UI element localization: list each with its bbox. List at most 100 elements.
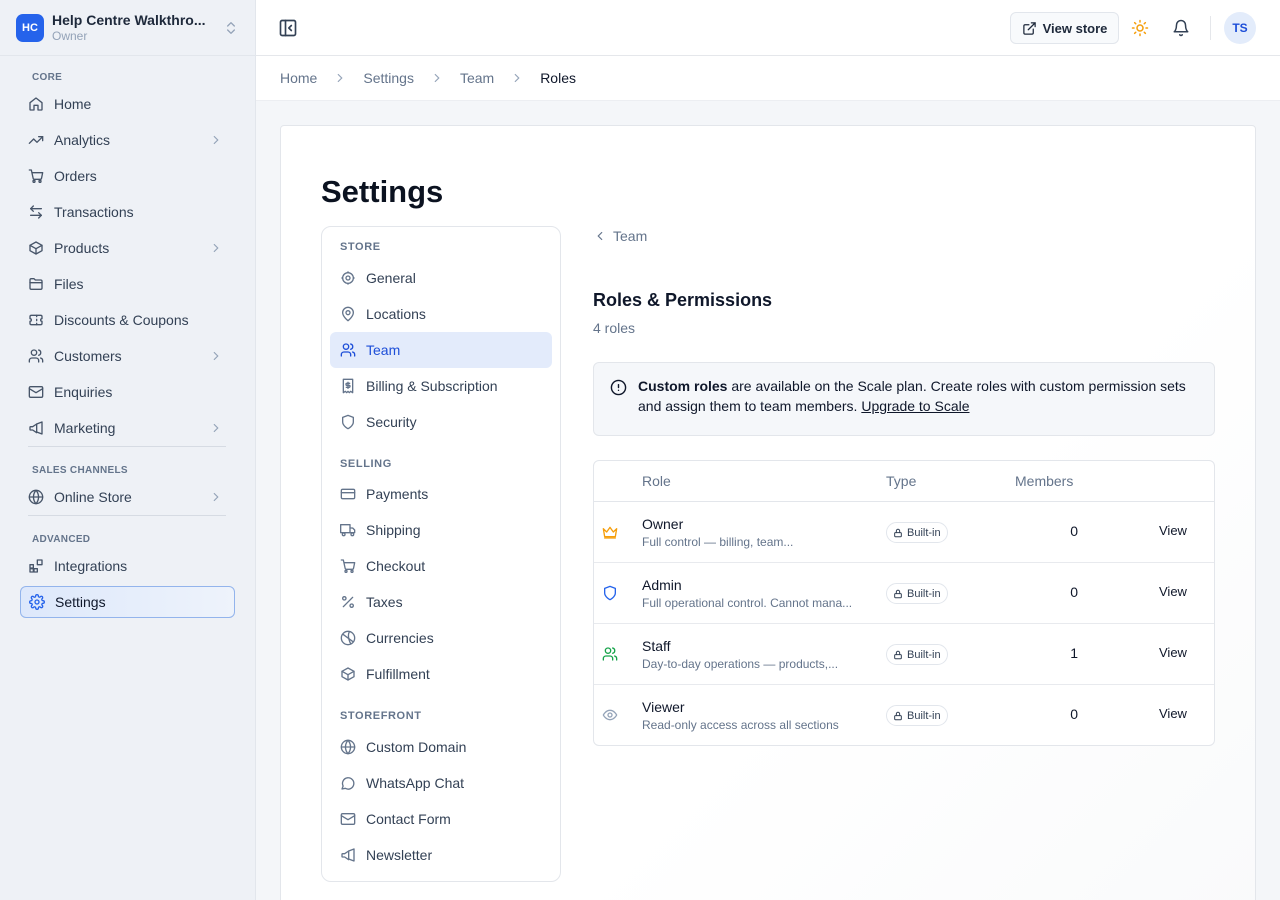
settings-nav-label: Billing & Subscription (366, 378, 498, 394)
members-count: 1 (1070, 645, 1078, 661)
role-description: Day-to-day operations — products,... (642, 657, 839, 671)
sidebar-item-label: Online Store (54, 489, 132, 505)
settings-nav-currencies[interactable]: Currencies (330, 620, 552, 656)
view-role-button[interactable]: View (1159, 645, 1187, 660)
gear-icon (29, 594, 45, 610)
sidebar-divider (28, 515, 226, 516)
sidebar-toggle-icon[interactable] (278, 18, 298, 38)
sidebar-item-orders[interactable]: Orders (20, 160, 235, 192)
sidebar-item-discounts[interactable]: Discounts & Coupons (20, 304, 235, 336)
role-description: Full operational control. Cannot mana... (642, 596, 853, 610)
back-to-team-link[interactable]: Team (593, 228, 647, 244)
table-row: Staff Day-to-day operations — products,.… (594, 624, 1214, 685)
sidebar-item-label: Transactions (54, 204, 134, 220)
users-icon (340, 343, 356, 357)
lock-icon (894, 589, 902, 598)
role-name: Owner (642, 516, 684, 532)
shield-icon (342, 414, 354, 430)
sidebar-item-label: Integrations (54, 558, 128, 574)
settings-nav-security[interactable]: Security (330, 404, 552, 440)
status-badge: Built-in (886, 583, 948, 604)
sidebar-item-analytics[interactable]: Analytics (20, 124, 235, 156)
crown-icon (602, 526, 618, 539)
sidebar-item-customers[interactable]: Customers (20, 340, 235, 372)
view-store-label: View store (1042, 20, 1108, 36)
settings-nav-payments[interactable]: Payments (330, 476, 552, 512)
upgrade-link[interactable]: Upgrade to Scale (861, 398, 969, 414)
sidebar-item-online-store[interactable]: Online Store (20, 481, 235, 513)
sidebar-item-label: Settings (55, 594, 106, 610)
blocks-icon (29, 559, 43, 573)
badge-label: Built-in (907, 709, 941, 722)
settings-nav-label: Fulfillment (366, 666, 430, 682)
top-bar: View store TS (256, 0, 1280, 56)
chevron-right-icon (213, 135, 219, 145)
settings-nav-custom-domain[interactable]: Custom Domain (330, 729, 552, 765)
sidebar-item-label: Orders (54, 168, 97, 184)
sidebar-item-marketing[interactable]: Marketing (20, 412, 235, 444)
chevron-right-icon (514, 73, 520, 83)
sidebar-item-products[interactable]: Products (20, 232, 235, 264)
credit-card-icon (340, 488, 356, 500)
settings-nav-newsletter[interactable]: Newsletter (330, 837, 552, 873)
view-role-button[interactable]: View (1159, 706, 1187, 721)
avatar[interactable]: TS (1224, 12, 1256, 44)
lock-icon (894, 711, 902, 720)
status-badge: Built-in (886, 522, 948, 543)
folder-icon (29, 278, 43, 290)
view-store-button[interactable]: View store (1010, 12, 1119, 44)
settings-nav-general[interactable]: General (330, 260, 552, 296)
role-description: Full control — billing, team... (642, 535, 794, 549)
breadcrumb-team[interactable]: Team (460, 70, 494, 86)
sidebar-item-transactions[interactable]: Transactions (20, 196, 235, 228)
breadcrumb-settings[interactable]: Settings (363, 70, 414, 86)
role-name: Viewer (642, 699, 685, 715)
status-badge: Built-in (886, 644, 948, 665)
sidebar-item-settings[interactable]: Settings (20, 586, 235, 618)
view-role-button[interactable]: View (1159, 584, 1187, 599)
megaphone-icon (341, 848, 355, 862)
settings-nav-contact-form[interactable]: Contact Form (330, 801, 552, 837)
sidebar-item-enquiries[interactable]: Enquiries (20, 376, 235, 408)
settings-nav-shipping[interactable]: Shipping (330, 512, 552, 548)
table-row: Admin Full operational control. Cannot m… (594, 563, 1214, 624)
settings-nav-team[interactable]: Team (330, 332, 552, 368)
workspace-switcher[interactable]: HC Help Centre Walkthro... Owner (0, 0, 255, 56)
members-count: 0 (1070, 584, 1078, 600)
settings-nav-label: WhatsApp Chat (366, 775, 465, 791)
settings-nav-label: Newsletter (366, 847, 433, 863)
cart-icon (340, 559, 356, 573)
settings-nav-taxes[interactable]: Taxes (330, 584, 552, 620)
truck-icon (340, 524, 356, 537)
sidebar-item-home[interactable]: Home (20, 88, 235, 120)
shield-icon (604, 585, 616, 601)
sidebar-item-label: Home (54, 96, 92, 112)
members-count: 0 (1070, 523, 1078, 539)
bell-icon[interactable] (1172, 19, 1190, 37)
page-title: Settings (321, 174, 444, 209)
sidebar-item-integrations[interactable]: Integrations (20, 550, 235, 582)
settings-nav-label: Team (366, 342, 401, 358)
settings-nav-locations[interactable]: Locations (330, 296, 552, 332)
breadcrumb-home[interactable]: Home (280, 70, 317, 86)
settings-nav-whatsapp[interactable]: WhatsApp Chat (330, 765, 552, 801)
sun-icon[interactable] (1131, 19, 1149, 37)
ticket-icon (29, 314, 43, 326)
chat-bubble-icon (341, 777, 355, 790)
settings-nav-label: Custom Domain (366, 739, 467, 755)
settings-nav-label: Locations (366, 306, 426, 322)
status-badge: Built-in (886, 705, 948, 726)
column-members: Members (1015, 473, 1074, 489)
badge-label: Built-in (907, 526, 941, 539)
view-role-button[interactable]: View (1159, 523, 1187, 538)
settings-nav-fulfillment[interactable]: Fulfillment (330, 656, 552, 692)
settings-nav-billing[interactable]: Billing & Subscription (330, 368, 552, 404)
mail-icon (340, 813, 356, 825)
chevron-right-icon (338, 73, 343, 83)
settings-nav-checkout[interactable]: Checkout (330, 548, 552, 584)
mail-icon (28, 386, 44, 398)
roles-title: Roles & Permissions (593, 290, 773, 310)
sidebar-item-files[interactable]: Files (20, 268, 235, 300)
chevron-left-icon (597, 231, 603, 241)
workspace-name: Help Centre Walkthro... (52, 11, 206, 28)
